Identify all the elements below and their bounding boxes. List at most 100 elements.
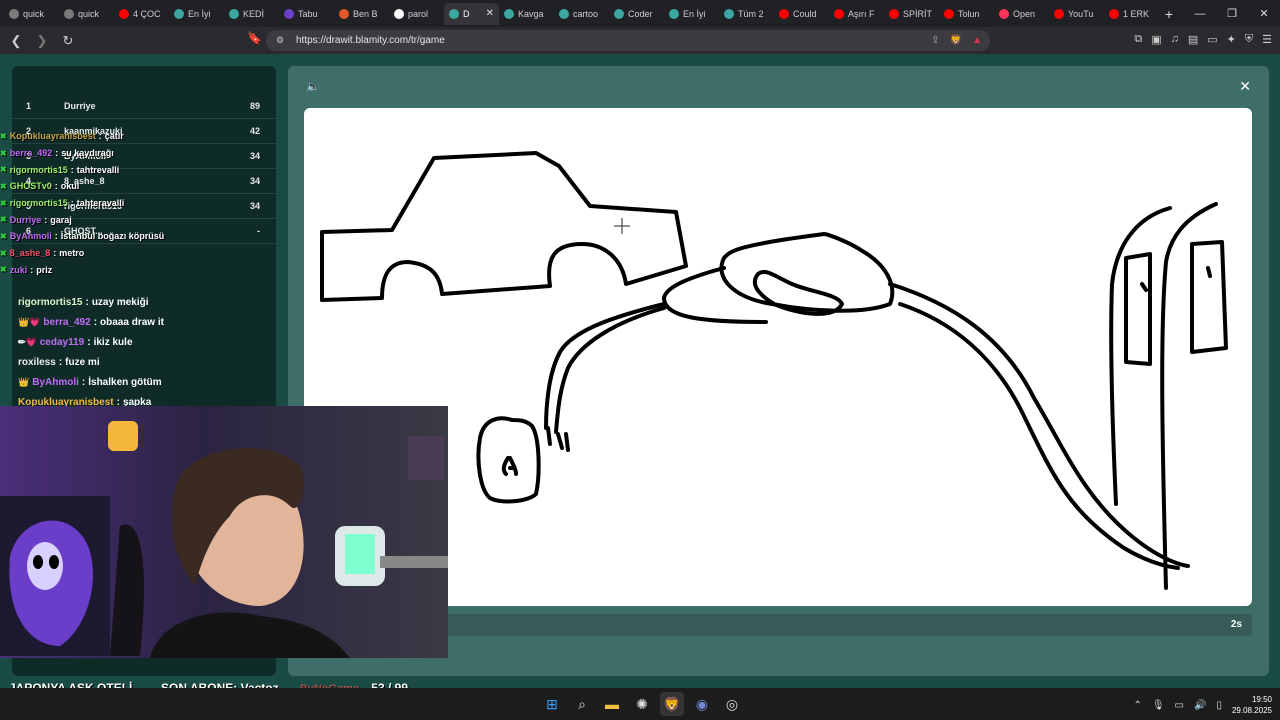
browser-tab[interactable]: cartoo <box>554 3 609 25</box>
browser-tab[interactable]: Tüm 2 <box>719 3 774 25</box>
chat-message: İstanbul boğazı köprüsü <box>60 231 165 242</box>
share-icon[interactable]: ⇪ <box>931 35 939 46</box>
wallet-icon[interactable]: ▭ <box>1207 33 1217 46</box>
reload-icon[interactable]: ↻ <box>58 31 78 51</box>
sidebar-icon[interactable]: ▤ <box>1188 33 1198 46</box>
chat-separator: : <box>93 316 98 328</box>
chat-username: rigormortis15 <box>9 198 68 209</box>
battery-icon[interactable]: ▯ <box>1216 700 1222 711</box>
tab-label: cartoo <box>573 8 599 19</box>
start-icon[interactable]: ⊞ <box>540 692 564 716</box>
back-icon[interactable]: ❮ <box>6 31 26 51</box>
address-bar-row: ❮ ❯ ↻ 🔖 ⚙ https://drawit.blamity.com/tr/… <box>0 27 1280 54</box>
tab-label: quick <box>23 8 45 19</box>
browser-tab[interactable]: En İyi <box>664 3 719 25</box>
tab-label: En İyi <box>683 8 706 19</box>
browser-tab[interactable]: Tolun <box>939 3 994 25</box>
menu-icon[interactable]: ☰ <box>1262 33 1272 46</box>
browser-tab[interactable]: D ✕ <box>444 2 499 25</box>
browser-tab[interactable]: KEDİ <box>224 3 279 25</box>
webcam-feed <box>0 406 448 658</box>
volume-icon[interactable]: 🔊 <box>1194 700 1206 711</box>
url-field[interactable]: ⚙ https://drawit.blamity.com/tr/game ⇪ 🦁… <box>266 30 990 51</box>
chat-platform-icon: ✖ <box>0 265 7 275</box>
browser-tab[interactable]: quick <box>59 3 114 25</box>
browser-tab[interactable]: 1 ERK <box>1104 3 1159 25</box>
browser-tab[interactable]: parol <box>389 3 444 25</box>
vpn-icon[interactable]: ⛨ <box>1245 33 1253 46</box>
chat-line: roxiless: fuze mi <box>18 352 278 372</box>
tab-close-icon[interactable]: ✕ <box>486 8 494 19</box>
chat-overlay-line: ✖ ByAhmoli: İstanbul boğazı köprüsü <box>0 228 280 245</box>
close-icon[interactable]: ✕ <box>1239 78 1251 95</box>
leo-ai-icon[interactable]: ✦ <box>1227 33 1236 46</box>
browser-tab[interactable]: 4 ÇOC <box>114 3 169 25</box>
chat-overlay-line: ✖ zuki: priz <box>0 262 280 279</box>
browser-tab[interactable]: Ben B <box>334 3 389 25</box>
chat-separator: : <box>30 264 34 275</box>
forward-icon[interactable]: ❯ <box>32 31 52 51</box>
search-icon[interactable]: ⌕ <box>570 692 594 716</box>
tab-label: KEDİ <box>243 8 265 19</box>
tab-favicon-icon <box>889 8 899 19</box>
tray-overflow-icon[interactable]: ⌃ <box>1133 700 1141 711</box>
chat-overlay-line: ✖ Durriye: garaj <box>0 211 280 228</box>
bookmark-icon[interactable]: 🔖 <box>247 31 262 45</box>
sound-icon[interactable]: 🔈 <box>306 80 320 93</box>
tab-favicon-icon <box>394 8 404 19</box>
chat-badge-icon: 👑💗 <box>18 316 41 327</box>
chat-message: garaj <box>50 214 72 225</box>
browser-tab[interactable]: Coder <box>609 3 664 25</box>
chat-separator: : <box>54 181 58 192</box>
chat-platform-icon: ✖ <box>0 198 7 208</box>
tab-label: D <box>463 8 470 19</box>
chat-overlay-line: ✖ Kopukluayranisbest: çatır <box>0 128 280 145</box>
network-icon[interactable]: ▭ <box>1175 700 1184 711</box>
tab-favicon-icon <box>944 8 954 19</box>
media-icon[interactable]: ♫ <box>1171 33 1179 46</box>
site-info-icon[interactable]: ⚙ <box>276 35 284 46</box>
round-timer: 2s <box>1230 619 1242 630</box>
file-explorer-icon[interactable]: ▬ <box>600 692 624 716</box>
browser-tab[interactable]: quick <box>4 3 59 25</box>
browser-tab[interactable]: En İyi <box>169 3 224 25</box>
microphone-icon[interactable]: 🎙 <box>1152 700 1165 711</box>
browser-tab[interactable]: Aşırı F <box>829 3 884 25</box>
chat-separator: : <box>70 198 74 209</box>
extension-icon[interactable]: ⧉ <box>1134 33 1142 46</box>
clock[interactable]: 19:50 29.08.2025 <box>1232 694 1272 716</box>
new-tab-button[interactable]: + <box>1159 6 1179 22</box>
browser-tab-strip: quick quick 4 ÇOC En İyi KEDİ Tabu Ben B parol D… <box>0 0 1280 27</box>
chat-platform-icon: ✖ <box>0 215 7 225</box>
chat-username: GHOSTv0 <box>9 181 52 192</box>
restore-icon[interactable]: ❐ <box>1216 0 1248 27</box>
tab-label: Tolun <box>958 8 980 19</box>
chatgpt-icon[interactable]: ✺ <box>630 692 654 716</box>
browser-tab[interactable]: YouTu <box>1049 3 1104 25</box>
close-window-icon[interactable]: ✕ <box>1248 0 1280 27</box>
screenshot-icon[interactable]: ▣ <box>1151 33 1161 46</box>
browser-tab[interactable]: Could <box>774 3 829 25</box>
tab-label: quick <box>78 8 100 19</box>
browser-tab[interactable]: SPİRİT <box>884 3 939 25</box>
url-text: https://drawit.blamity.com/tr/game <box>296 35 445 46</box>
browser-tab[interactable]: Kavga <box>499 3 554 25</box>
brave-shields-icon[interactable]: 🦁 <box>950 35 962 46</box>
discord-icon[interactable]: ◉ <box>690 692 714 716</box>
chat-username: ByAhmoli <box>9 231 52 242</box>
brave-rewards-icon[interactable]: ▲ <box>972 35 982 46</box>
brave-icon[interactable]: 🦁 <box>660 692 684 716</box>
chat-separator: : <box>55 148 59 159</box>
tab-favicon-icon <box>449 8 459 19</box>
minimize-icon[interactable]: — <box>1184 0 1216 27</box>
tab-favicon-icon <box>779 8 789 19</box>
chat-separator: : <box>44 214 48 225</box>
tab-label: Coder <box>628 8 653 19</box>
tab-label: En İyi <box>188 8 211 19</box>
chat-username: Kopukluayranisbest <box>9 131 96 142</box>
tab-favicon-icon <box>504 8 514 19</box>
chat-platform-icon: ✖ <box>0 165 7 175</box>
browser-tab[interactable]: Tabu <box>279 3 334 25</box>
obs-icon[interactable]: ◎ <box>720 692 744 716</box>
browser-tab[interactable]: Open <box>994 3 1049 25</box>
